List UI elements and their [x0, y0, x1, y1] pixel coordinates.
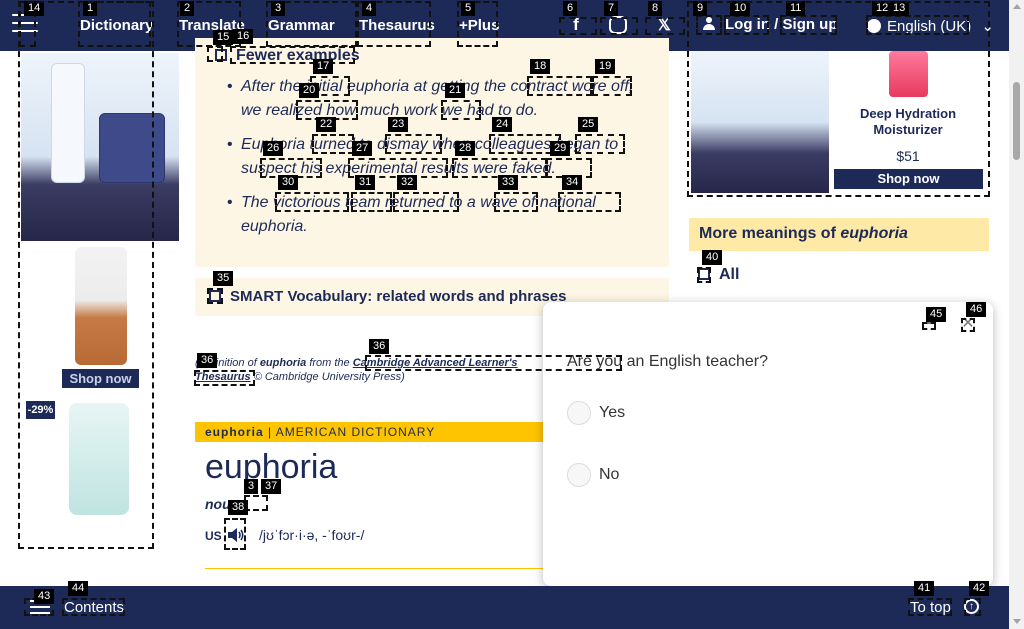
nav-dictionary[interactable]: Dictionary [80, 17, 153, 34]
citation-word: euphoria [259, 357, 307, 369]
citation-thesaurus-link[interactable]: Thesaurus [195, 371, 251, 383]
to-top-link[interactable]: To top [910, 599, 951, 616]
all-meanings-toggle[interactable]: All [698, 266, 739, 284]
radio-button[interactable] [567, 401, 591, 425]
user-icon [703, 17, 715, 30]
login-signup: Log in / Sign up [703, 16, 838, 33]
ad-shop-now-button[interactable]: Shop now [62, 369, 139, 388]
mark-label: 40 [702, 250, 723, 265]
twitter-x-icon[interactable]: 𝕏 [654, 15, 674, 35]
ad-price: $51 [896, 148, 920, 164]
login-link[interactable]: Log in [725, 16, 770, 33]
more-meanings-word: euphoria [840, 225, 908, 242]
part-of-speech: noun [205, 496, 240, 512]
scroll-thumb[interactable] [1013, 82, 1020, 160]
survey-modal: ✕ Are you an English teacher? Yes No [543, 302, 993, 586]
ad-shop-now-button[interactable]: Shop now [834, 169, 983, 189]
fewer-examples-toggle[interactable]: Fewer examples [215, 47, 360, 65]
ad-serum-image[interactable] [75, 247, 127, 365]
citation-copyright: © Cambridge University Press) [250, 371, 405, 383]
divider [205, 568, 555, 569]
citation-prefix: (Definition of [195, 357, 260, 369]
arrow-up-icon[interactable]: ↑ [964, 599, 979, 614]
more-meanings-header: More meanings of euphoria [689, 218, 989, 251]
option-label: No [599, 466, 620, 484]
login-separator: / [774, 16, 779, 33]
contents-menu-icon[interactable] [30, 600, 50, 614]
ad-moisturizer-image[interactable] [889, 51, 928, 97]
scroll-down-arrow[interactable] [1013, 619, 1021, 624]
citation-middle: from the [306, 357, 353, 369]
ad-product-image[interactable] [21, 53, 179, 241]
close-icon[interactable]: ✕ [961, 316, 975, 332]
example-list: After the initial euphoria at getting th… [227, 75, 639, 249]
left-advertisement[interactable]: Shop now -29% [19, 51, 181, 549]
contents-link[interactable]: Contents [64, 599, 124, 616]
mark-label: 36 [369, 339, 390, 354]
right-advertisement[interactable]: Deep Hydration Moisturizer $51 Shop now [689, 51, 990, 196]
language-selector[interactable]: English (UK) ⌄ [867, 17, 994, 35]
smart-vocabulary-link[interactable]: SMART Vocabulary: related words and phra… [230, 288, 566, 305]
ad-product-name: Deep Hydration Moisturizer [859, 106, 957, 137]
all-label: All [719, 266, 740, 283]
nav-grammar[interactable]: Grammar [268, 17, 335, 34]
instagram-icon[interactable] [609, 16, 627, 34]
citation-source-link[interactable]: Cambridge Advanced Learner's [353, 357, 518, 369]
nav-thesaurus[interactable]: Thesaurus [359, 17, 435, 34]
facebook-icon[interactable]: f [566, 15, 586, 35]
examples-section: Fewer examples After the initial euphori… [195, 38, 669, 267]
bar-label: AMERICAN DICTIONARY [275, 425, 436, 439]
headword: euphoria [205, 448, 338, 486]
ad-cleanser-image[interactable] [69, 403, 129, 515]
signup-link[interactable]: Sign up [783, 16, 838, 33]
speaker-icon[interactable] [226, 526, 246, 544]
pronunciation: /jʊˈfɔr·i·ə, -ˈfoʊr-/ [259, 527, 365, 543]
nav-plus[interactable]: +Plus [459, 17, 499, 34]
globe-icon [867, 19, 881, 33]
more-meanings-prefix: More meanings of [699, 225, 841, 242]
discount-badge: -29% [26, 401, 55, 419]
option-yes[interactable]: Yes [567, 401, 625, 425]
bar-separator: | [263, 425, 276, 439]
definition-citation: (Definition of euphoria from the Cambrid… [195, 356, 555, 384]
survey-question: Are you an English teacher? [567, 353, 769, 370]
language-label: English (UK) [887, 18, 972, 35]
ad-product-image[interactable] [691, 51, 829, 193]
scroll-up-arrow[interactable] [1013, 4, 1021, 9]
mark-box [244, 495, 268, 511]
example-sentence: Euphoria turned to dismay when colleague… [227, 133, 639, 181]
american-dictionary-bar: euphoria | AMERICAN DICTIONARY [195, 422, 555, 442]
bottom-bar: Contents To top ↑ [0, 586, 1009, 629]
page-scrollbar[interactable] [1009, 0, 1024, 629]
plus-icon [209, 290, 221, 302]
example-sentence: The victorious team returned to a wave o… [227, 191, 639, 239]
option-no[interactable]: No [567, 463, 619, 487]
nav-translate[interactable]: Translate [179, 17, 245, 34]
minus-icon [698, 268, 710, 280]
radio-button[interactable] [567, 463, 591, 487]
chevron-down-icon: ⌄ [981, 18, 994, 35]
bar-word: euphoria [205, 425, 264, 439]
region-label: US [205, 529, 222, 543]
example-sentence: After the initial euphoria at getting th… [227, 75, 639, 123]
fewer-examples-label: Fewer examples [236, 47, 360, 64]
minimize-icon[interactable] [923, 322, 935, 324]
menu-icon[interactable] [12, 14, 38, 34]
minus-icon [215, 49, 227, 61]
option-label: Yes [599, 404, 626, 422]
